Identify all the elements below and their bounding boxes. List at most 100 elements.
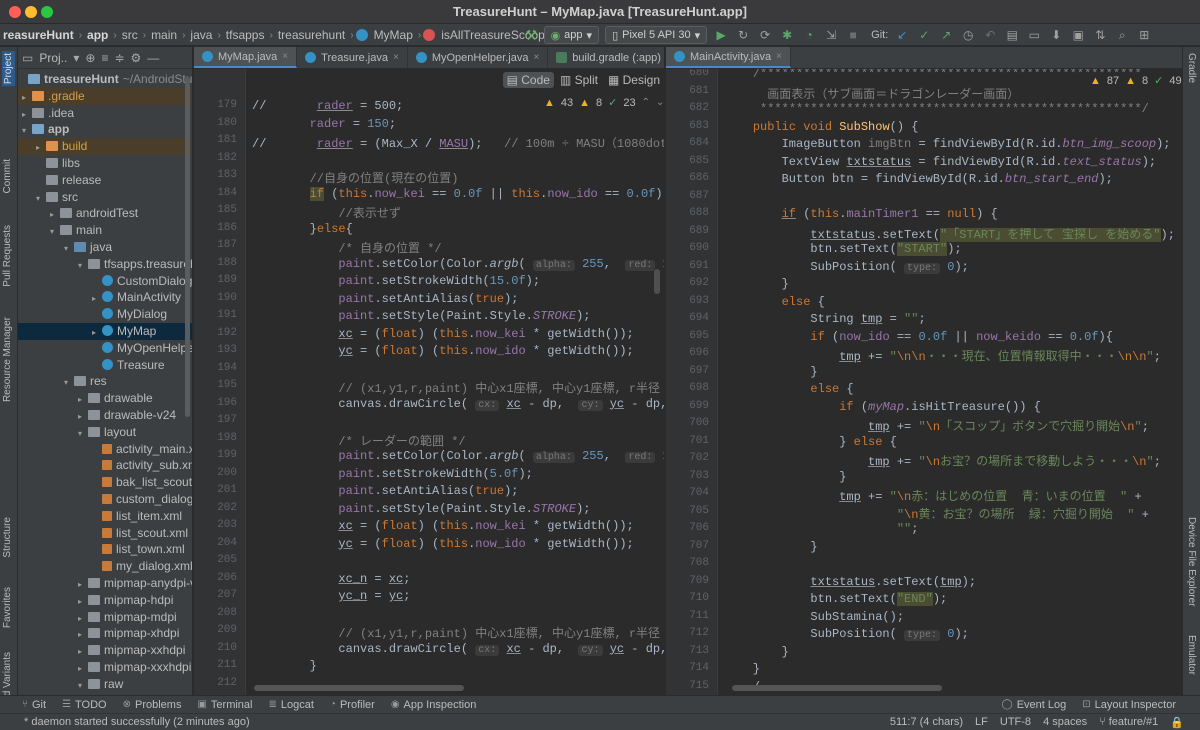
code-line[interactable]: xc_n = xc; xyxy=(252,572,410,586)
code-line[interactable]: if (this.now_kei == 0.0f || this.now_ido… xyxy=(252,186,664,201)
code-line[interactable]: SubPosition( type: 0); xyxy=(724,260,969,274)
commit-tool-tab[interactable]: Commit xyxy=(2,159,13,193)
tree-item[interactable]: release xyxy=(18,172,192,189)
code-line[interactable]: else { xyxy=(724,295,825,309)
project-view-dropdown[interactable]: Proj.. xyxy=(39,51,67,65)
git-push-icon[interactable]: ↗ xyxy=(938,27,954,43)
code-line[interactable]: if (myMap.isHitTreasure()) { xyxy=(724,400,1041,414)
file-encoding[interactable]: UTF-8 xyxy=(1000,716,1031,729)
tree-item[interactable]: ▾ app xyxy=(18,121,192,138)
code-line[interactable] xyxy=(252,554,259,568)
tree-item[interactable]: CustomDialog xyxy=(18,273,192,290)
code-line[interactable] xyxy=(252,362,259,376)
code-area[interactable]: // rader = 500; rader = 150; // rader = (… xyxy=(246,69,664,695)
code-line[interactable]: /***************************************… xyxy=(724,69,1142,81)
event-log-tool-button[interactable]: ◯ Event Log xyxy=(994,699,1075,711)
gradle-tool-tab[interactable]: Gradle xyxy=(1186,53,1197,83)
caret-position[interactable]: 511:7 (4 chars) xyxy=(890,716,963,729)
code-line[interactable] xyxy=(724,190,731,204)
code-line[interactable]: }else{ xyxy=(252,222,353,236)
code-line[interactable]: // rader = (Max_X / MASU); // 100m ÷ MAS… xyxy=(252,134,664,151)
breadcrumb-item[interactable]: tfsapps xyxy=(223,28,268,42)
tree-item[interactable]: libs xyxy=(18,155,192,172)
breadcrumb-item[interactable]: java xyxy=(187,28,215,42)
tree-item[interactable]: ▾tfsapps.treasurehu xyxy=(18,256,192,273)
code-line[interactable] xyxy=(724,557,731,571)
code-line[interactable]: ImageButton imgBtn = findViewById(R.id.b… xyxy=(724,137,1171,151)
sync-icon[interactable]: ⇅ xyxy=(1092,27,1108,43)
structure-tool-tab[interactable]: Structure xyxy=(2,517,13,558)
scrollbar[interactable] xyxy=(185,77,190,417)
close-icon[interactable]: × xyxy=(776,51,782,62)
attach-debugger-icon[interactable]: ⇲ xyxy=(823,27,839,43)
code-line[interactable]: paint.setStrokeWidth(15.0f); xyxy=(252,274,540,288)
code-line[interactable]: else { xyxy=(724,382,853,396)
tree-item[interactable]: ▾ main xyxy=(18,222,192,239)
code-line[interactable]: paint.setColor(Color.argb( alpha: 255, r… xyxy=(252,257,664,271)
apply-code-changes-icon[interactable]: ⟳ xyxy=(757,27,773,43)
todo-tool-button[interactable]: ☰ TODO xyxy=(54,699,115,711)
code-line[interactable]: ""; xyxy=(724,522,919,536)
search-icon[interactable]: ⌕ xyxy=(1114,27,1130,43)
code-area[interactable]: /***************************************… xyxy=(718,69,1182,695)
editor-tab[interactable]: MyOpenHelper.java × xyxy=(408,47,549,68)
tree-item[interactable]: ▸ MainActivity xyxy=(18,289,192,306)
tree-item[interactable]: ▸ MyMap xyxy=(18,322,192,340)
close-icon[interactable]: × xyxy=(533,52,539,63)
project-structure-icon[interactable]: ▤ xyxy=(1004,27,1020,43)
horizontal-scrollbar[interactable] xyxy=(254,685,464,691)
git-commit-icon[interactable]: ✓ xyxy=(916,27,932,43)
tree-item[interactable]: ▾ layout xyxy=(18,424,192,441)
code-line[interactable]: txtstatus.setText(tmp); xyxy=(724,575,976,589)
tree-item[interactable]: Treasure xyxy=(18,357,192,374)
close-icon[interactable]: × xyxy=(393,52,399,63)
code-line[interactable]: TextView txtstatus = findViewById(R.id.t… xyxy=(724,155,1156,169)
tree-item[interactable]: ▸ mipmap-xxxhdpi xyxy=(18,659,192,676)
profile-icon[interactable]: ◔ xyxy=(801,27,817,43)
breadcrumb-item[interactable]: main xyxy=(148,28,180,42)
avd-icon[interactable]: ▣ xyxy=(1070,27,1086,43)
code-line[interactable]: /* レーダーの範囲 */ xyxy=(252,432,465,449)
rollback-icon[interactable]: ↶ xyxy=(982,27,998,43)
horizontal-scrollbar[interactable] xyxy=(732,685,942,691)
problems-tool-button[interactable]: ⊗ Problems xyxy=(115,699,190,711)
code-line[interactable]: btn.setText("START"); xyxy=(724,242,962,256)
code-line[interactable]: 画面表示（サブ画面＝ドラゴンレーダー画面） xyxy=(724,85,1019,102)
code-line[interactable]: tmp += "\n赤：はじめの位置 青：いまの位置 " + xyxy=(724,487,1141,504)
lock-icon[interactable]: 🔒 xyxy=(1170,716,1184,729)
code-line[interactable]: // (x1,y1,r,paint) 中心x1座標, 中心y1座標, r半径 xyxy=(252,379,660,396)
code-line[interactable]: } xyxy=(724,365,817,379)
emulator-tool-tab[interactable]: Emulator xyxy=(1186,635,1197,675)
code-line[interactable]: "\n黄：お宝？の場所 緑：穴掘り開始 " + xyxy=(724,505,1149,522)
editor-tab[interactable]: MyMap.java × xyxy=(194,47,298,68)
code-line[interactable]: txtstatus.setText("「START」を押して 宝探し を始める"… xyxy=(724,225,1175,242)
tree-item[interactable]: ▾ src xyxy=(18,189,192,206)
code-line[interactable]: paint.setAntiAlias(true); xyxy=(252,484,518,498)
chevron-down-icon[interactable]: ▾ xyxy=(73,51,79,65)
chevron-down-icon[interactable]: ▾ xyxy=(78,678,88,695)
code-line[interactable]: yc_n = yc; xyxy=(252,589,410,603)
code-line[interactable] xyxy=(252,414,259,428)
tree-item[interactable]: my_dialog.xml xyxy=(18,558,192,575)
editor-tab[interactable]: Treasure.java × xyxy=(297,47,408,68)
status-message[interactable]: * daemon started successfully (2 minutes… xyxy=(24,716,250,728)
pull-requests-tool-tab[interactable]: Pull Requests xyxy=(2,225,13,287)
git-branch[interactable]: ⑂ feature/#1 xyxy=(1099,716,1158,729)
tree-item[interactable]: ▸ build xyxy=(18,138,192,155)
tree-item[interactable]: list_item.xml xyxy=(18,508,192,525)
tree-item[interactable]: ▸ drawable xyxy=(18,390,192,407)
scrollbar[interactable] xyxy=(654,269,660,294)
profiler-tool-button[interactable]: ◔ Profiler xyxy=(322,699,383,711)
code-line[interactable]: paint.setStrokeWidth(5.0f); xyxy=(252,467,532,481)
code-line[interactable]: paint.setColor(Color.argb( alpha: 255, r… xyxy=(252,449,664,463)
tree-item[interactable]: ▾ res xyxy=(18,373,192,390)
code-line[interactable]: xc = (float) (this.now_kei * getWidth())… xyxy=(252,327,633,341)
code-line[interactable]: /* 自身の位置 */ xyxy=(252,239,441,256)
code-line[interactable]: if (now_ido == 0.0f || now_keido == 0.0f… xyxy=(724,330,1113,344)
breadcrumb-item[interactable]: reasureHunt xyxy=(0,28,77,42)
code-line[interactable]: // (x1,y1,r,paint) 中心x1座標, 中心y1座標, r半径 xyxy=(252,624,660,641)
tree-item[interactable]: ▸ mipmap-xhdpi xyxy=(18,625,192,642)
right-editor[interactable]: 680 681 682 683 684 685 686 687 688 689 690 691 692 6… xyxy=(666,69,1182,695)
tree-item[interactable]: custom_dialog. xyxy=(18,491,192,508)
project-tool-tab[interactable]: Project xyxy=(2,51,15,87)
